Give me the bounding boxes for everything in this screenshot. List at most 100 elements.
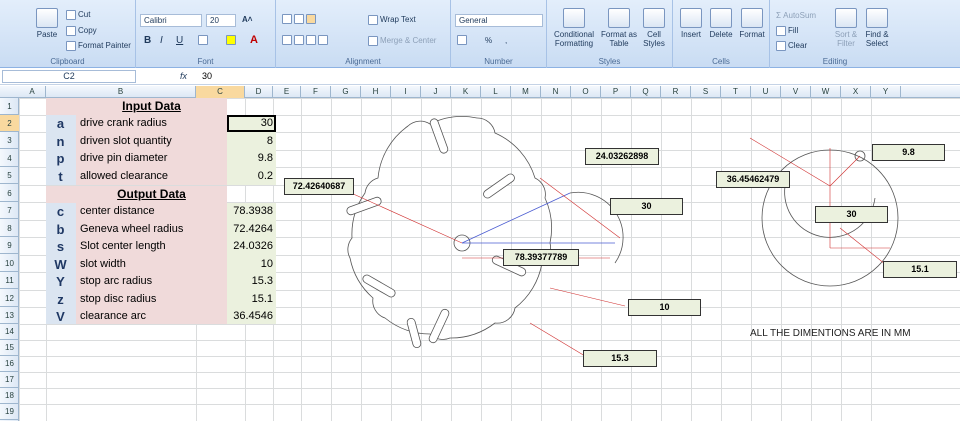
column-header[interactable]: K [451, 86, 481, 98]
symbol-cell[interactable]: W [46, 256, 75, 273]
row-header[interactable]: 7 [0, 202, 19, 219]
row-header[interactable]: 3 [0, 132, 19, 149]
column-header[interactable]: J [421, 86, 451, 98]
formula-input[interactable]: 30 [202, 71, 212, 81]
row-header[interactable]: 1 [0, 98, 19, 115]
label-cell[interactable]: drive crank radius [80, 115, 167, 132]
value-cell[interactable]: 9.8 [227, 150, 273, 167]
symbol-cell[interactable]: b [46, 221, 75, 238]
align-left-button[interactable] [282, 35, 330, 45]
label-cell[interactable]: center distance [80, 203, 155, 220]
font-name-select[interactable]: Calibri [140, 14, 202, 27]
symbol-cell[interactable]: p [46, 150, 75, 167]
autosum-button[interactable]: Σ AutoSum [776, 11, 816, 20]
font-size-select[interactable]: 20 [206, 14, 236, 27]
column-header[interactable]: Y [871, 86, 901, 98]
active-cell[interactable] [227, 115, 276, 132]
column-header[interactable]: I [391, 86, 421, 98]
value-cell[interactable]: 15.1 [227, 291, 273, 308]
column-header[interactable]: R [661, 86, 691, 98]
find-select-button[interactable]: Find & Select [862, 8, 892, 48]
underline-button[interactable]: U [176, 35, 183, 46]
symbol-cell[interactable]: z [46, 291, 75, 308]
column-header[interactable]: P [601, 86, 631, 98]
fill-button[interactable]: Fill [776, 26, 798, 36]
symbol-cell[interactable]: a [46, 115, 75, 132]
value-cell[interactable]: 24.0326 [227, 238, 273, 255]
sort-filter-button[interactable]: Sort & Filter [832, 8, 860, 48]
row-header[interactable]: 5 [0, 167, 19, 184]
row-header[interactable]: 9 [0, 237, 19, 254]
row-header[interactable]: 2 [0, 115, 19, 132]
label-cell[interactable]: stop disc radius [80, 291, 156, 308]
row-header[interactable]: 10 [0, 255, 19, 272]
symbol-cell[interactable]: Y [46, 273, 75, 290]
value-cell[interactable]: 15.3 [227, 273, 273, 290]
value-cell[interactable]: 8 [227, 133, 273, 150]
name-box[interactable]: C2 [2, 70, 136, 83]
percent-button[interactable]: % [485, 36, 492, 45]
label-cell[interactable]: stop arc radius [80, 273, 152, 290]
row-header[interactable]: 14 [0, 324, 19, 340]
font-color-button[interactable]: A [250, 34, 258, 46]
wrap-text-button[interactable]: Wrap Text [368, 15, 416, 25]
column-header[interactable]: F [301, 86, 331, 98]
column-header[interactable]: C [196, 86, 245, 98]
column-header[interactable]: E [273, 86, 301, 98]
row-header[interactable]: 16 [0, 356, 19, 372]
borders-button[interactable] [198, 35, 210, 45]
label-cell[interactable]: Geneva wheel radius [80, 221, 183, 238]
column-header[interactable]: N [541, 86, 571, 98]
merge-center-button[interactable]: Merge & Center [368, 36, 436, 46]
column-header[interactable]: W [811, 86, 841, 98]
row-header[interactable]: 8 [0, 220, 19, 237]
row-header[interactable]: 17 [0, 372, 19, 388]
symbol-cell[interactable]: V [46, 308, 75, 325]
align-top-button[interactable] [282, 14, 318, 24]
label-cell[interactable]: Slot center length [80, 238, 166, 255]
column-header[interactable]: A [19, 86, 46, 98]
value-cell[interactable]: 78.3938 [227, 203, 273, 220]
column-header[interactable]: D [245, 86, 273, 98]
italic-button[interactable]: I [160, 35, 163, 46]
symbol-cell[interactable]: t [46, 168, 75, 185]
clear-button[interactable]: Clear [776, 41, 807, 51]
column-header[interactable]: U [751, 86, 781, 98]
column-header[interactable]: L [481, 86, 511, 98]
value-cell[interactable]: 72.4264 [227, 221, 273, 238]
column-header[interactable]: S [691, 86, 721, 98]
insert-button[interactable]: Insert [677, 8, 705, 39]
delete-button[interactable]: Delete [707, 8, 735, 39]
column-header[interactable]: V [781, 86, 811, 98]
copy-button[interactable]: Copy [66, 26, 97, 36]
paste-button[interactable]: Paste [34, 8, 60, 39]
symbol-cell[interactable]: c [46, 203, 75, 220]
symbol-cell[interactable]: s [46, 238, 75, 255]
row-header[interactable]: 15 [0, 340, 19, 356]
label-cell[interactable]: driven slot quantity [80, 133, 172, 150]
conditional-formatting-button[interactable]: Conditional Formatting [551, 8, 597, 48]
column-header[interactable]: H [361, 86, 391, 98]
row-header[interactable]: 12 [0, 290, 19, 307]
format-button[interactable]: Format [737, 8, 767, 39]
column-header[interactable]: O [571, 86, 601, 98]
value-cell[interactable]: 10 [227, 256, 273, 273]
column-header[interactable]: Q [631, 86, 661, 98]
row-header[interactable]: 18 [0, 388, 19, 404]
format-as-table-button[interactable]: Format as Table [599, 8, 639, 48]
label-cell[interactable]: allowed clearance [80, 168, 168, 185]
column-header[interactable]: T [721, 86, 751, 98]
column-header[interactable]: X [841, 86, 871, 98]
row-header[interactable]: 4 [0, 150, 19, 167]
row-header[interactable]: 6 [0, 185, 19, 202]
label-cell[interactable]: drive pin diameter [80, 150, 167, 167]
value-cell[interactable]: 36.4546 [227, 308, 273, 325]
symbol-cell[interactable]: n [46, 133, 75, 150]
column-header[interactable]: M [511, 86, 541, 98]
column-header[interactable]: G [331, 86, 361, 98]
label-cell[interactable]: slot width [80, 256, 126, 273]
fx-icon[interactable]: fx [180, 71, 187, 81]
column-header[interactable]: B [46, 86, 196, 98]
bold-button[interactable]: B [144, 35, 151, 46]
currency-button[interactable] [457, 35, 469, 45]
